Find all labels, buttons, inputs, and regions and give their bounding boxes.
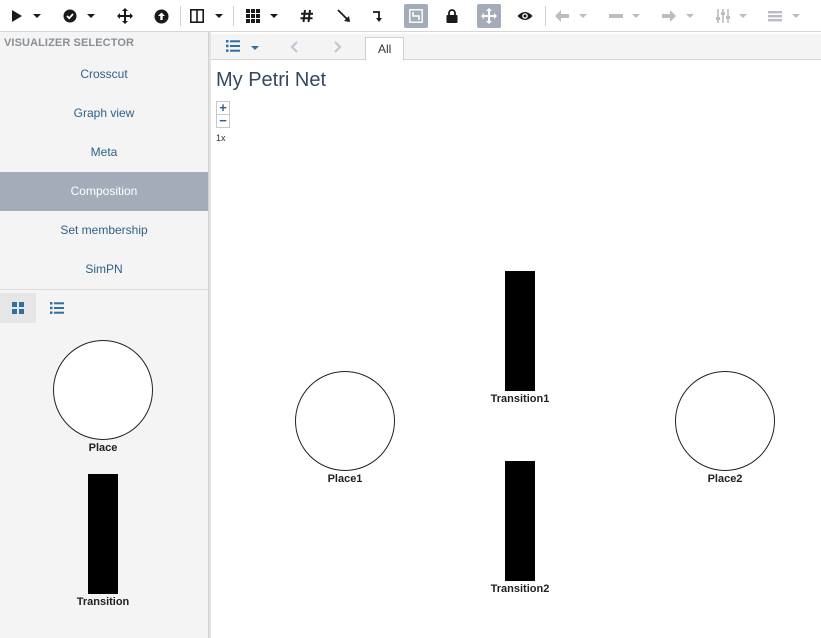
page-title: My Petri Net xyxy=(216,69,327,91)
pan-icon[interactable] xyxy=(477,4,501,28)
upload-icon[interactable] xyxy=(152,4,170,28)
minus-icon[interactable] xyxy=(607,4,625,28)
list-view-button[interactable] xyxy=(39,293,75,323)
chevron-down-icon[interactable] xyxy=(579,14,587,18)
tile-view-button[interactable] xyxy=(0,293,36,323)
zoom-out-button[interactable]: − xyxy=(216,114,230,128)
visualizer-item-meta[interactable]: Meta xyxy=(0,133,208,172)
chevron-down-icon[interactable] xyxy=(251,46,259,50)
chevron-left-icon[interactable] xyxy=(289,40,299,58)
palette-transition[interactable] xyxy=(88,474,118,594)
palette-place-label: Place xyxy=(88,442,118,454)
node-label-transition2: Transition2 xyxy=(490,583,550,595)
visualizer-item-set-membership[interactable]: Set membership xyxy=(0,211,208,250)
visualizer-list: Crosscut Graph view Meta Composition Set… xyxy=(0,55,208,289)
visualizer-panel: VISUALIZER SELECTOR Crosscut Graph view … xyxy=(0,32,208,638)
transition-node-transition1[interactable] xyxy=(505,271,535,391)
arrow-right-icon[interactable] xyxy=(660,4,678,28)
chevron-down-icon[interactable] xyxy=(792,14,800,18)
composition-canvas-area: All My Petri Net + − 1x Place1 Place2 Tr… xyxy=(211,32,821,638)
columns-icon[interactable] xyxy=(188,4,206,28)
hash-icon[interactable] xyxy=(298,4,316,28)
sliders-icon[interactable] xyxy=(714,4,732,28)
chevron-down-icon[interactable] xyxy=(270,14,278,18)
node-label-place1: Place1 xyxy=(327,473,363,485)
chevron-down-icon[interactable] xyxy=(215,14,223,18)
chevron-right-icon[interactable] xyxy=(333,40,343,58)
connector-icon[interactable] xyxy=(370,4,388,28)
tiles-icon xyxy=(12,302,24,314)
tabs-bar: All xyxy=(211,34,821,61)
place-node-place1[interactable] xyxy=(295,371,395,471)
layout-icon[interactable] xyxy=(404,4,428,28)
visualizer-item-graph-view[interactable]: Graph view xyxy=(0,94,208,133)
grid-icon[interactable] xyxy=(244,4,262,28)
chevron-down-icon[interactable] xyxy=(87,14,95,18)
move-arrows-icon[interactable] xyxy=(116,4,134,28)
lock-icon[interactable] xyxy=(443,4,461,28)
menu-lines-icon[interactable] xyxy=(766,4,784,28)
panel-divider xyxy=(0,289,208,290)
chevron-down-icon[interactable] xyxy=(632,14,640,18)
play-icon[interactable] xyxy=(8,4,26,28)
place-node-place2[interactable] xyxy=(675,371,775,471)
visualizer-item-simpn[interactable]: SimPN xyxy=(0,250,208,289)
arrow-left-icon[interactable] xyxy=(553,4,571,28)
chevron-down-icon[interactable] xyxy=(33,14,41,18)
check-circle-icon[interactable] xyxy=(61,4,79,28)
main-toolbar xyxy=(0,0,821,32)
list-menu-icon[interactable] xyxy=(226,39,240,57)
toolbar-divider xyxy=(233,6,234,26)
toolbar-divider xyxy=(545,6,546,26)
list-icon xyxy=(50,302,64,314)
node-label-place2: Place2 xyxy=(707,473,743,485)
toolbar-divider xyxy=(180,6,181,26)
palette-place[interactable] xyxy=(53,340,153,440)
chevron-down-icon[interactable] xyxy=(686,14,694,18)
palette-transition-label: Transition xyxy=(76,596,130,608)
arrow-diagonal-icon[interactable] xyxy=(335,4,353,28)
node-label-transition1: Transition1 xyxy=(490,393,550,405)
tab-all[interactable]: All xyxy=(365,37,405,61)
visualizer-item-composition[interactable]: Composition xyxy=(0,172,208,211)
chevron-down-icon[interactable] xyxy=(739,14,747,18)
panel-title: VISUALIZER SELECTOR xyxy=(4,37,135,49)
zoom-level: 1x xyxy=(216,133,226,143)
transition-node-transition2[interactable] xyxy=(505,461,535,581)
visualizer-item-crosscut[interactable]: Crosscut xyxy=(0,55,208,94)
eye-icon[interactable] xyxy=(515,4,535,28)
